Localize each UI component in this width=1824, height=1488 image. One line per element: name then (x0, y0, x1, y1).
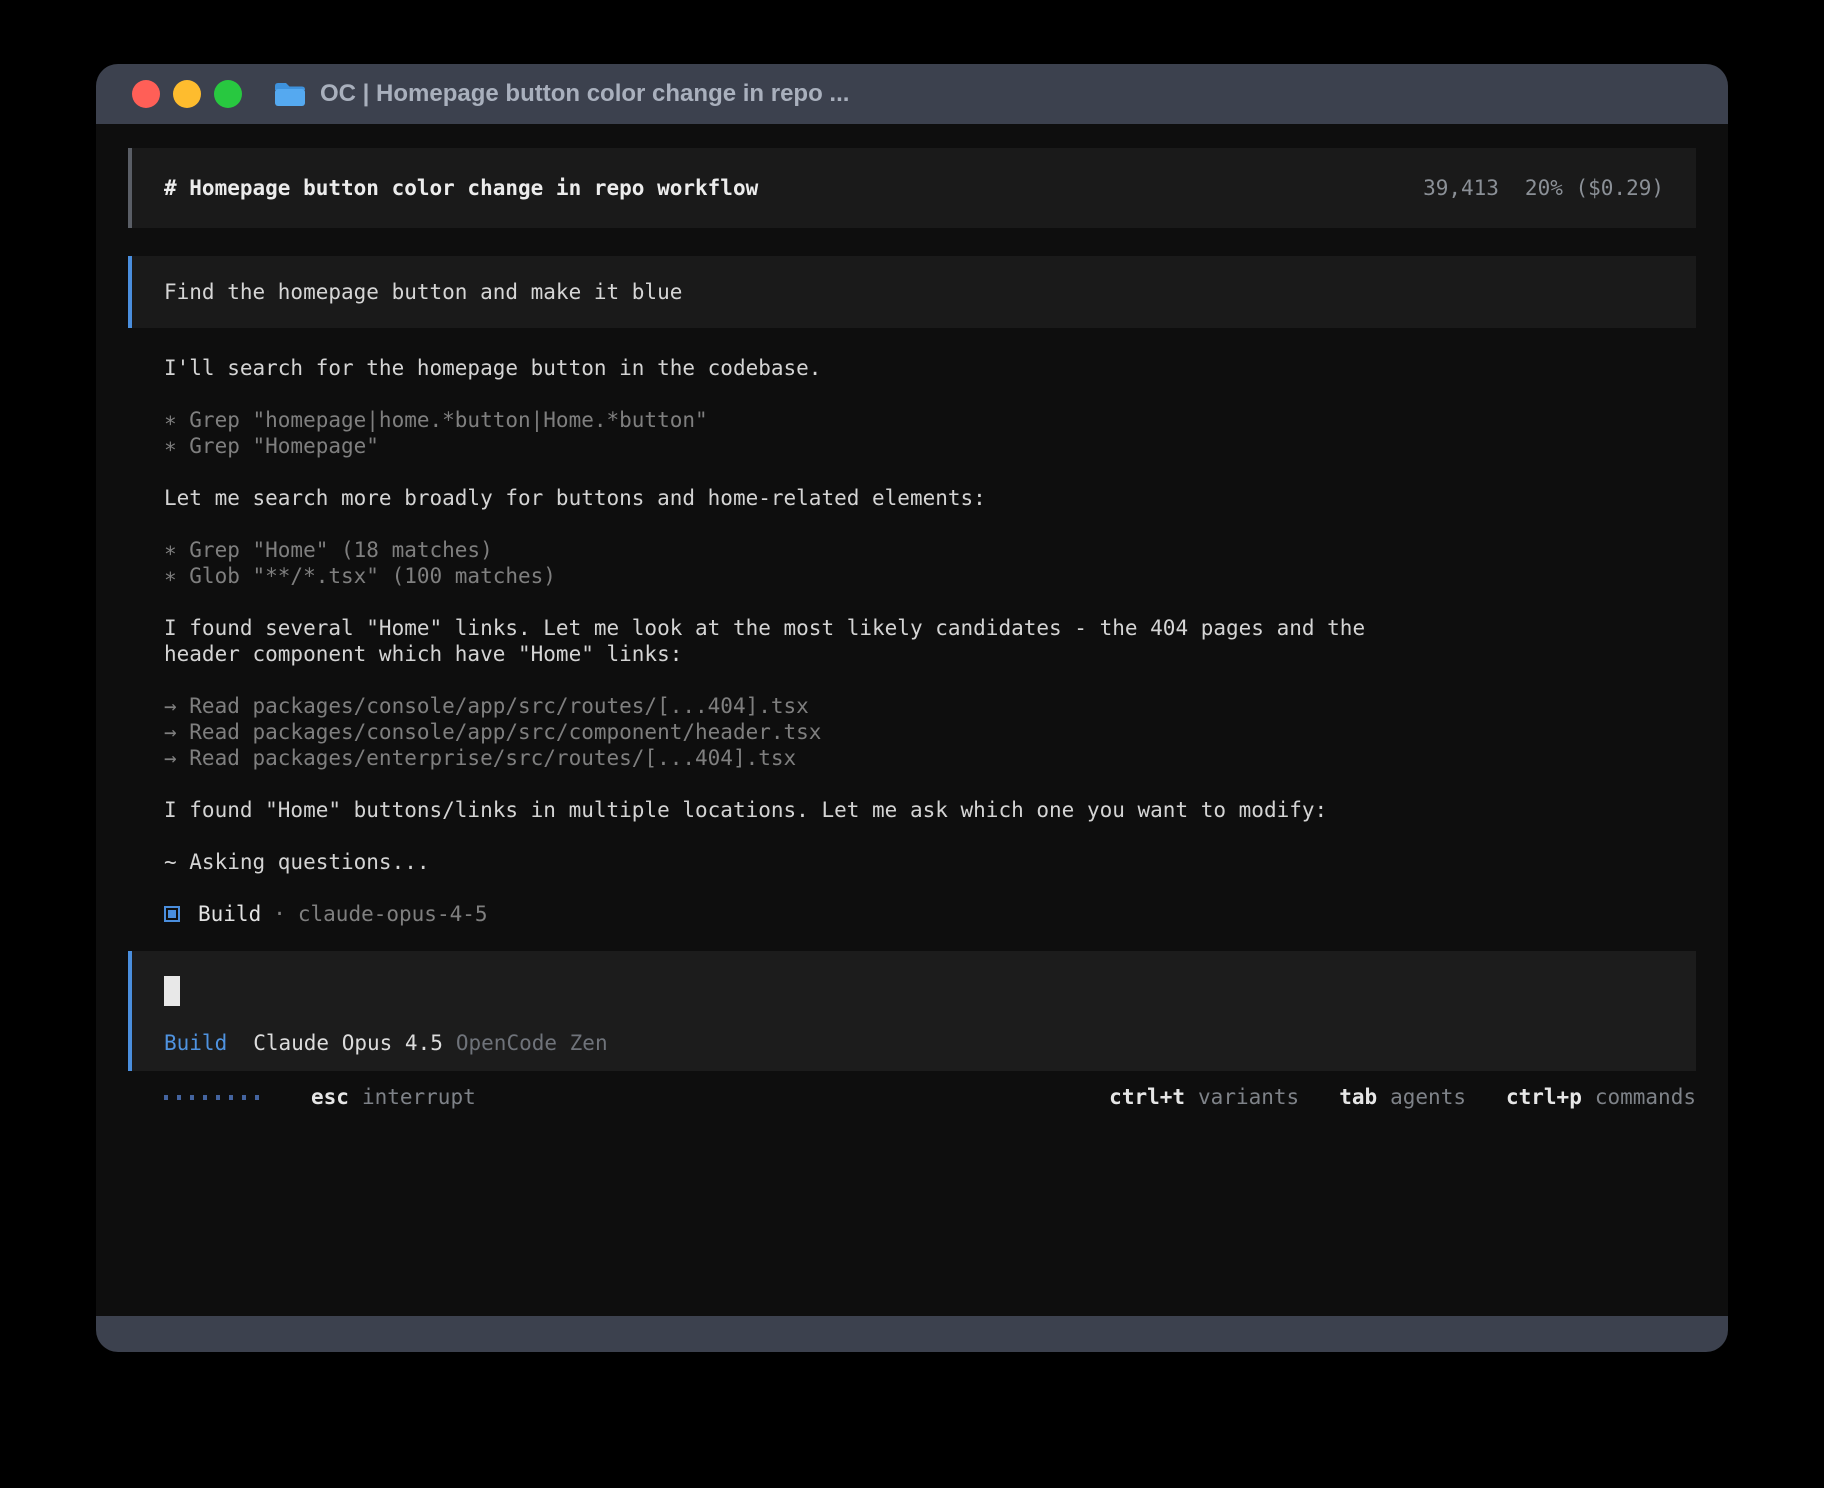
agent-name: Build (198, 901, 261, 927)
traffic-lights (132, 80, 242, 108)
input-model: Claude Opus 4.5 (253, 1030, 443, 1056)
hint-key: tab (1339, 1084, 1377, 1110)
zoom-button[interactable] (214, 80, 242, 108)
folder-icon (274, 81, 306, 107)
input-meta-row: Build Claude Opus 4.5 OpenCode Zen (164, 1030, 1664, 1056)
assistant-message: Let me search more broadly for buttons a… (164, 485, 1436, 511)
keyboard-hint: tab agents (1339, 1084, 1466, 1110)
transcript: I'll search for the homepage button in t… (128, 355, 1696, 901)
spinner-dots (164, 1095, 259, 1100)
status-bar: esc interrupt ctrl+tvariantstabagentsctr… (128, 1084, 1696, 1110)
tool-activity-group: → Read packages/console/app/src/routes/[… (164, 693, 1696, 771)
input-mode: Build (164, 1030, 227, 1056)
agent-mode-icon (164, 906, 180, 922)
text-cursor (164, 976, 180, 1006)
transcript-line: ∗ Grep "Homepage" (164, 433, 1696, 459)
close-button[interactable] (132, 80, 160, 108)
spinner-dot (216, 1095, 220, 1100)
terminal-window: OC | Homepage button color change in rep… (96, 64, 1728, 1352)
tool-activity-group: ∗ Grep "Home" (18 matches)∗ Glob "**/*.t… (164, 537, 1696, 589)
minimize-button[interactable] (173, 80, 201, 108)
transcript-line: ~ Asking questions... (164, 849, 1436, 875)
hint-key-esc: esc (311, 1084, 349, 1110)
transcript-line: → Read packages/enterprise/src/routes/[.… (164, 745, 1696, 771)
agent-model: claude-opus-4-5 (298, 901, 488, 927)
window-title-group: OC | Homepage button color change in rep… (274, 80, 849, 108)
statusbar-hints: ctrl+t variants tab agents ctrl+p commands (1109, 1084, 1696, 1110)
user-message-text: Find the homepage button and make it blu… (164, 279, 682, 305)
window-titlebar[interactable]: OC | Homepage button color change in rep… (96, 64, 1728, 124)
hint-key: ctrl+t (1109, 1084, 1185, 1110)
transcript-line: ∗ Grep "Home" (18 matches) (164, 537, 1696, 563)
input-provider: OpenCode Zen (456, 1030, 608, 1056)
hint-label: agents (1390, 1084, 1466, 1110)
user-message: Find the homepage button and make it blu… (128, 256, 1696, 328)
transcript-line: ∗ Glob "**/*.tsx" (100 matches) (164, 563, 1696, 589)
window-bottom-edge (96, 1316, 1728, 1352)
transcript-line: I found several "Home" links. Let me loo… (164, 615, 1436, 667)
session-stats: 39,413 20% ($0.29) (1423, 175, 1664, 201)
keyboard-hint: ctrl+p commands (1506, 1084, 1696, 1110)
transcript-line: ∗ Grep "homepage|home.*button|Home.*butt… (164, 407, 1696, 433)
assistant-message: I'll search for the homepage button in t… (164, 355, 1436, 381)
transcript-line: I found "Home" buttons/links in multiple… (164, 797, 1436, 823)
window-title: OC | Homepage button color change in rep… (320, 80, 849, 108)
context-cost: 20% ($0.29) (1525, 175, 1664, 201)
hint-label: commands (1595, 1084, 1696, 1110)
spinner-dot (164, 1095, 168, 1100)
hint-key: ctrl+p (1506, 1084, 1582, 1110)
hint-label-interrupt: interrupt (362, 1084, 476, 1110)
transcript-line: Let me search more broadly for buttons a… (164, 485, 1436, 511)
agent-separator: · (273, 901, 286, 927)
agent-status-line: Build · claude-opus-4-5 (128, 901, 1696, 927)
spinner-dot (203, 1095, 207, 1100)
transcript-line: → Read packages/console/app/src/routes/[… (164, 693, 1696, 719)
transcript-line: I'll search for the homepage button in t… (164, 355, 1436, 381)
transcript-line: → Read packages/console/app/src/componen… (164, 719, 1696, 745)
assistant-message: I found several "Home" links. Let me loo… (164, 615, 1436, 667)
spinner-dot (177, 1095, 181, 1100)
terminal-screen: # Homepage button color change in repo w… (96, 124, 1728, 1316)
spinner-dot (242, 1095, 246, 1100)
hint-label: variants (1198, 1084, 1299, 1110)
tool-activity-group: ∗ Grep "homepage|home.*button|Home.*butt… (164, 407, 1696, 459)
spinner-dot (190, 1095, 194, 1100)
spinner-dot (255, 1095, 259, 1100)
assistant-message: ~ Asking questions... (164, 849, 1436, 875)
session-title: # Homepage button color change in repo w… (164, 175, 758, 201)
keyboard-hint: ctrl+t variants (1109, 1084, 1299, 1110)
spinner-dot (229, 1095, 233, 1100)
token-count: 39,413 (1423, 175, 1499, 201)
assistant-message: I found "Home" buttons/links in multiple… (164, 797, 1436, 823)
session-header: # Homepage button color change in repo w… (128, 148, 1696, 228)
prompt-input[interactable]: Build Claude Opus 4.5 OpenCode Zen (128, 951, 1696, 1071)
